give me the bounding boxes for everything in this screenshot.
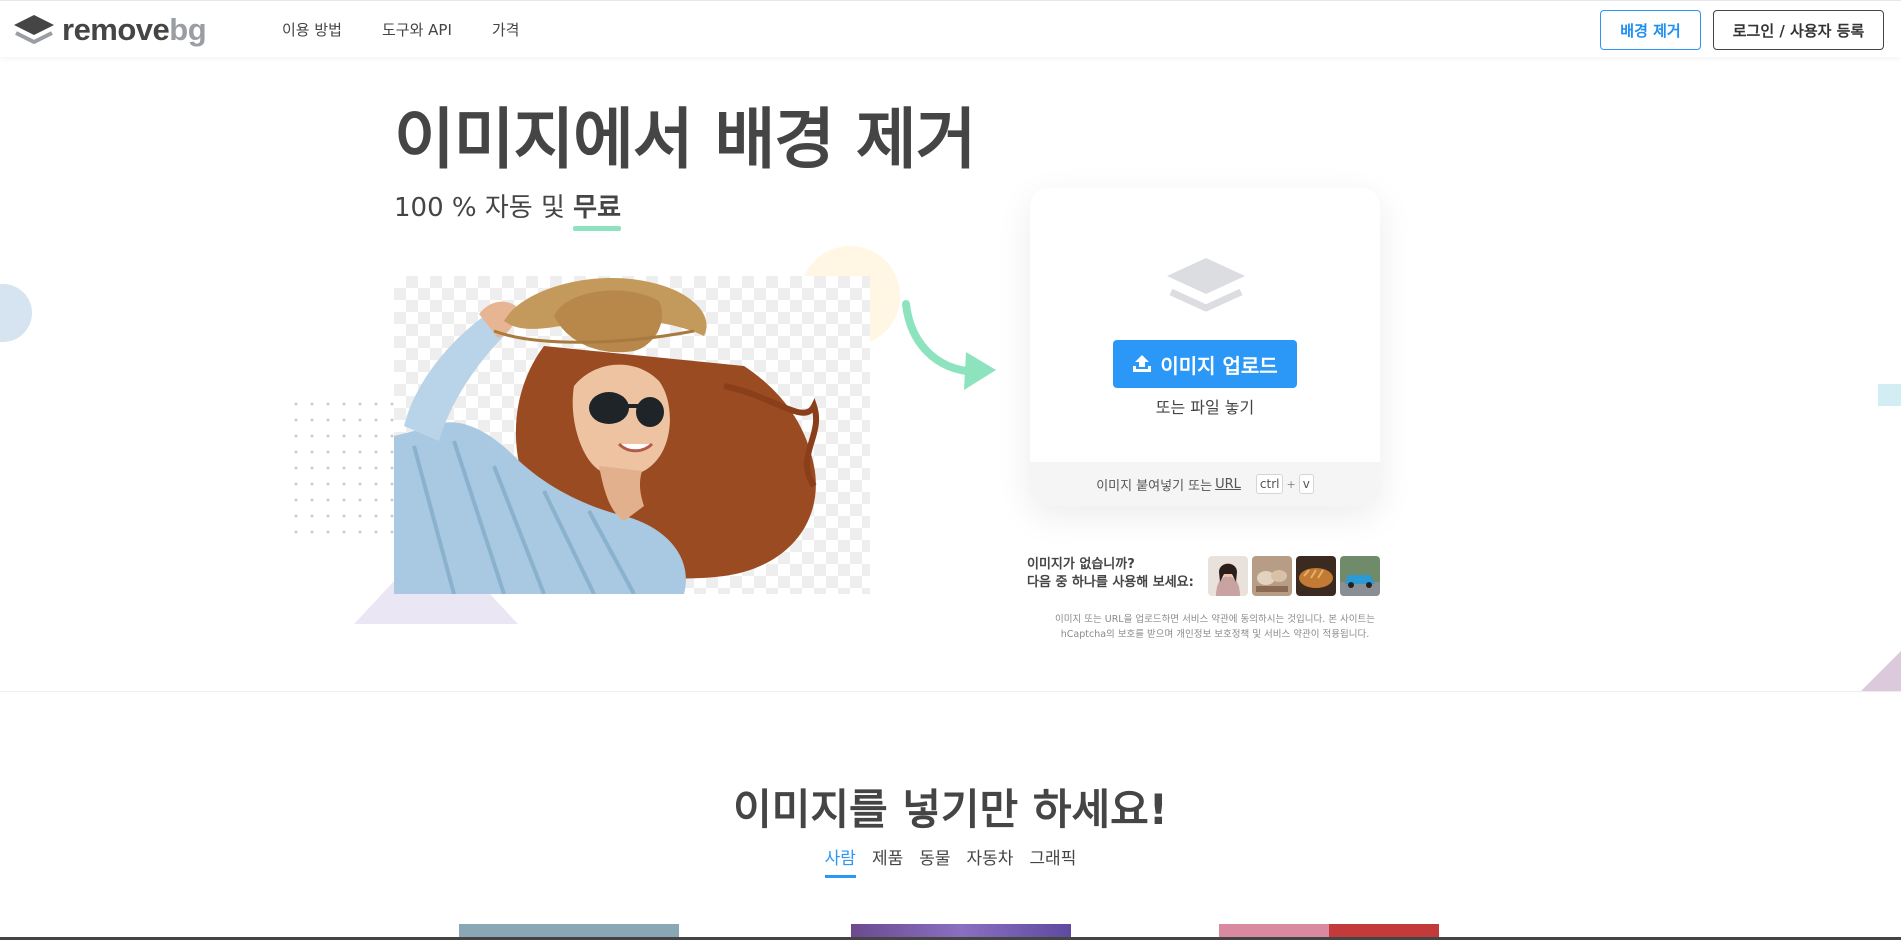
sample-thumbnail-person[interactable] xyxy=(1208,556,1248,596)
section-title: 이미지를 넣기만 하세요! xyxy=(733,785,1168,834)
ctrl-key: ctrl xyxy=(1255,474,1284,494)
login-signup-button[interactable]: 로그인 / 사용자 등록 xyxy=(1713,10,1884,50)
url-link[interactable]: URL xyxy=(1215,477,1241,492)
hero-subtitle: 100 % 자동 및 무료 xyxy=(394,190,621,231)
sample-thumbnail-food[interactable] xyxy=(1296,556,1336,596)
decorative-square xyxy=(1878,384,1901,406)
sample-thumbnail-car[interactable] xyxy=(1340,556,1380,596)
category-tabs: 사람 제품 동물 자동차 그래픽 xyxy=(0,846,1901,878)
tab-graphics[interactable]: 그래픽 xyxy=(1029,846,1076,878)
hero-subtitle-free: 무료 xyxy=(573,190,621,231)
sample-prompt-line1: 이미지가 없습니까? xyxy=(1027,557,1135,572)
legal-line2: hCaptcha의 보호를 받으며 개인정보 보호정책 및 서비스 약관이 적용… xyxy=(1060,629,1370,640)
tab-products[interactable]: 제품 xyxy=(872,846,903,878)
section-divider xyxy=(0,691,1901,692)
upload-image-button[interactable]: 이미지 업로드 xyxy=(1113,340,1297,388)
legal-notice: 이미지 또는 URL을 업로드하면 서비스 약관에 동의하시는 것입니다. 본 … xyxy=(1030,612,1400,642)
layers-logo-icon xyxy=(14,15,54,44)
drop-file-text: 또는 파일 놓기 xyxy=(1155,398,1255,417)
legal-line1: 이미지 또는 URL을 업로드하면 서비스 약관에 동의하시는 것입니다. 본 … xyxy=(1055,614,1375,625)
v-key: v xyxy=(1298,474,1314,494)
sample-thumbnail-product[interactable] xyxy=(1252,556,1292,596)
top-navigation: removebg 이용 방법 도구와 API 가격 배경 제거 로그인 / 사용… xyxy=(0,0,1901,57)
layers-icon xyxy=(1167,258,1245,312)
sample-thumbnails xyxy=(1208,556,1380,596)
decorative-corner xyxy=(1861,651,1901,691)
sample-prompt-line2: 다음 중 하나를 사용해 보세요: xyxy=(1027,575,1194,590)
upload-button-label: 이미지 업로드 xyxy=(1160,353,1278,378)
sample-images-prompt: 이미지가 없습니까? 다음 중 하나를 사용해 보세요: xyxy=(1027,556,1194,592)
nav-link-tools-api[interactable]: 도구와 API xyxy=(382,19,452,41)
upload-card[interactable]: 이미지 업로드 또는 파일 놓기 이미지 붙여넣기 또는 URL ctrl + … xyxy=(1030,188,1380,506)
decorative-dot-grid xyxy=(288,396,400,544)
nav-links: 이용 방법 도구와 API 가격 xyxy=(282,19,519,41)
hero-title: 이미지에서 배경 제거 xyxy=(394,101,976,178)
plus-sign: + xyxy=(1286,477,1296,491)
nav-link-how-to[interactable]: 이용 방법 xyxy=(282,19,342,41)
remove-background-button[interactable]: 배경 제거 xyxy=(1600,10,1701,50)
upload-icon xyxy=(1133,355,1152,372)
tab-people[interactable]: 사람 xyxy=(824,846,856,878)
hero-example-image xyxy=(394,276,870,594)
nav-link-pricing[interactable]: 가격 xyxy=(492,19,520,41)
decorative-circle xyxy=(0,284,32,342)
hero-subtitle-prefix: 100 % 자동 및 xyxy=(394,193,574,223)
tab-animals[interactable]: 동물 xyxy=(919,846,950,878)
woman-cutout-illustration xyxy=(394,278,820,594)
paste-url-bar: 이미지 붙여넣기 또는 URL ctrl + v xyxy=(1030,462,1380,506)
curved-arrow-icon xyxy=(902,300,996,390)
tab-cars[interactable]: 자동차 xyxy=(967,846,1014,878)
logo-text: removebg xyxy=(62,12,207,47)
logo[interactable]: removebg xyxy=(12,12,207,47)
paste-text: 이미지 붙여넣기 또는 xyxy=(1096,478,1213,494)
